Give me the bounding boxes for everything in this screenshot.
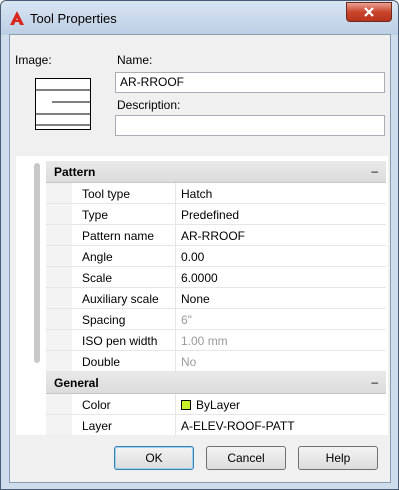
property-value: 6" [176,309,386,329]
row-gutter [46,330,72,350]
help-button[interactable]: Help [298,446,378,470]
close-icon [364,7,374,17]
row-gutter [46,246,72,266]
row-gutter [46,225,72,245]
property-row[interactable]: Pattern name AR-RROOF [46,225,386,246]
property-value[interactable]: Hatch [176,183,386,203]
property-name: Tool type [72,183,176,203]
row-gutter [46,288,72,308]
property-value[interactable]: Predefined [176,204,386,224]
row-gutter [46,351,72,371]
cancel-button[interactable]: Cancel [206,446,286,470]
image-label: Image: [15,53,52,67]
collapse-icon[interactable]: – [371,164,378,178]
property-name: Layer [72,415,176,435]
property-value-text: 6.0000 [181,271,218,285]
property-row[interactable]: Angle 0.00 [46,246,386,267]
property-value-text: No [181,355,197,369]
tool-image[interactable] [35,78,91,130]
property-row[interactable]: Layer A-ELEV-ROOF-PATT [46,415,386,435]
section-title: Pattern [54,165,96,179]
row-gutter [46,394,72,414]
section-pattern[interactable]: Pattern – [46,161,386,183]
close-button[interactable] [346,2,392,22]
property-value-text: 1.00 mm [181,334,228,348]
property-value-text: 0.00 [181,250,205,264]
collapse-icon[interactable]: – [371,375,378,389]
name-field[interactable]: AR-RROOF [115,72,385,93]
property-value-text: Predefined [181,208,240,222]
property-name: Color [72,394,176,414]
property-value-text: A-ELEV-ROOF-PATT [181,419,295,433]
property-value-text: 6" [181,313,192,327]
property-row[interactable]: Auxiliary scale None [46,288,386,309]
property-row[interactable]: Double No [46,351,386,372]
tool-properties-window: Tool Properties Image: Name: AR-RROOF De… [0,0,399,490]
section-general[interactable]: General – [46,372,386,394]
property-value[interactable]: None [176,288,386,308]
section-title: General [54,376,99,390]
property-value[interactable]: ByLayer [176,394,386,414]
property-value[interactable]: 0.00 [176,246,386,266]
row-gutter [46,204,72,224]
window-title: Tool Properties [30,11,117,26]
property-value-text: Hatch [181,187,213,201]
color-swatch [181,400,191,410]
property-value[interactable]: AR-RROOF [176,225,386,245]
properties-grid: Pattern – Tool type Hatch Type Predefined Pa… [16,156,388,435]
property-row[interactable]: Scale 6.0000 [46,267,386,288]
property-row[interactable]: ISO pen width 1.00 mm [46,330,386,351]
property-name: Angle [72,246,176,266]
name-label: Name: [117,53,153,67]
ok-button[interactable]: OK [114,446,194,470]
property-value: No [176,351,386,371]
property-value-text: None [181,292,210,306]
property-value-text: AR-RROOF [181,229,245,243]
description-label: Description: [117,98,181,112]
property-name: Double [72,351,176,371]
property-row[interactable]: Spacing 6" [46,309,386,330]
property-name: Pattern name [72,225,176,245]
row-gutter [46,267,72,287]
property-value-text: ByLayer [196,398,241,412]
row-gutter [46,415,72,435]
hatch-pattern-preview [36,89,90,126]
property-row[interactable]: Type Predefined [46,204,386,225]
row-gutter [46,309,72,329]
property-name: Type [72,204,176,224]
property-name: Auxiliary scale [72,288,176,308]
property-value[interactable]: A-ELEV-ROOF-PATT [176,415,386,435]
property-row[interactable]: Tool type Hatch [46,183,386,204]
autocad-icon [10,11,24,25]
property-name: Spacing [72,309,176,329]
title-bar[interactable]: Tool Properties [1,1,398,35]
grid-scrollbar[interactable] [34,163,40,363]
property-value: 1.00 mm [176,330,386,350]
property-name: ISO pen width [72,330,176,350]
dialog-body: Image: Name: AR-RROOF Description: Patte… [9,34,391,483]
description-field[interactable] [115,115,385,136]
property-row[interactable]: Color ByLayer [46,394,386,415]
property-name: Scale [72,267,176,287]
property-value[interactable]: 6.0000 [176,267,386,287]
row-gutter [46,183,72,203]
